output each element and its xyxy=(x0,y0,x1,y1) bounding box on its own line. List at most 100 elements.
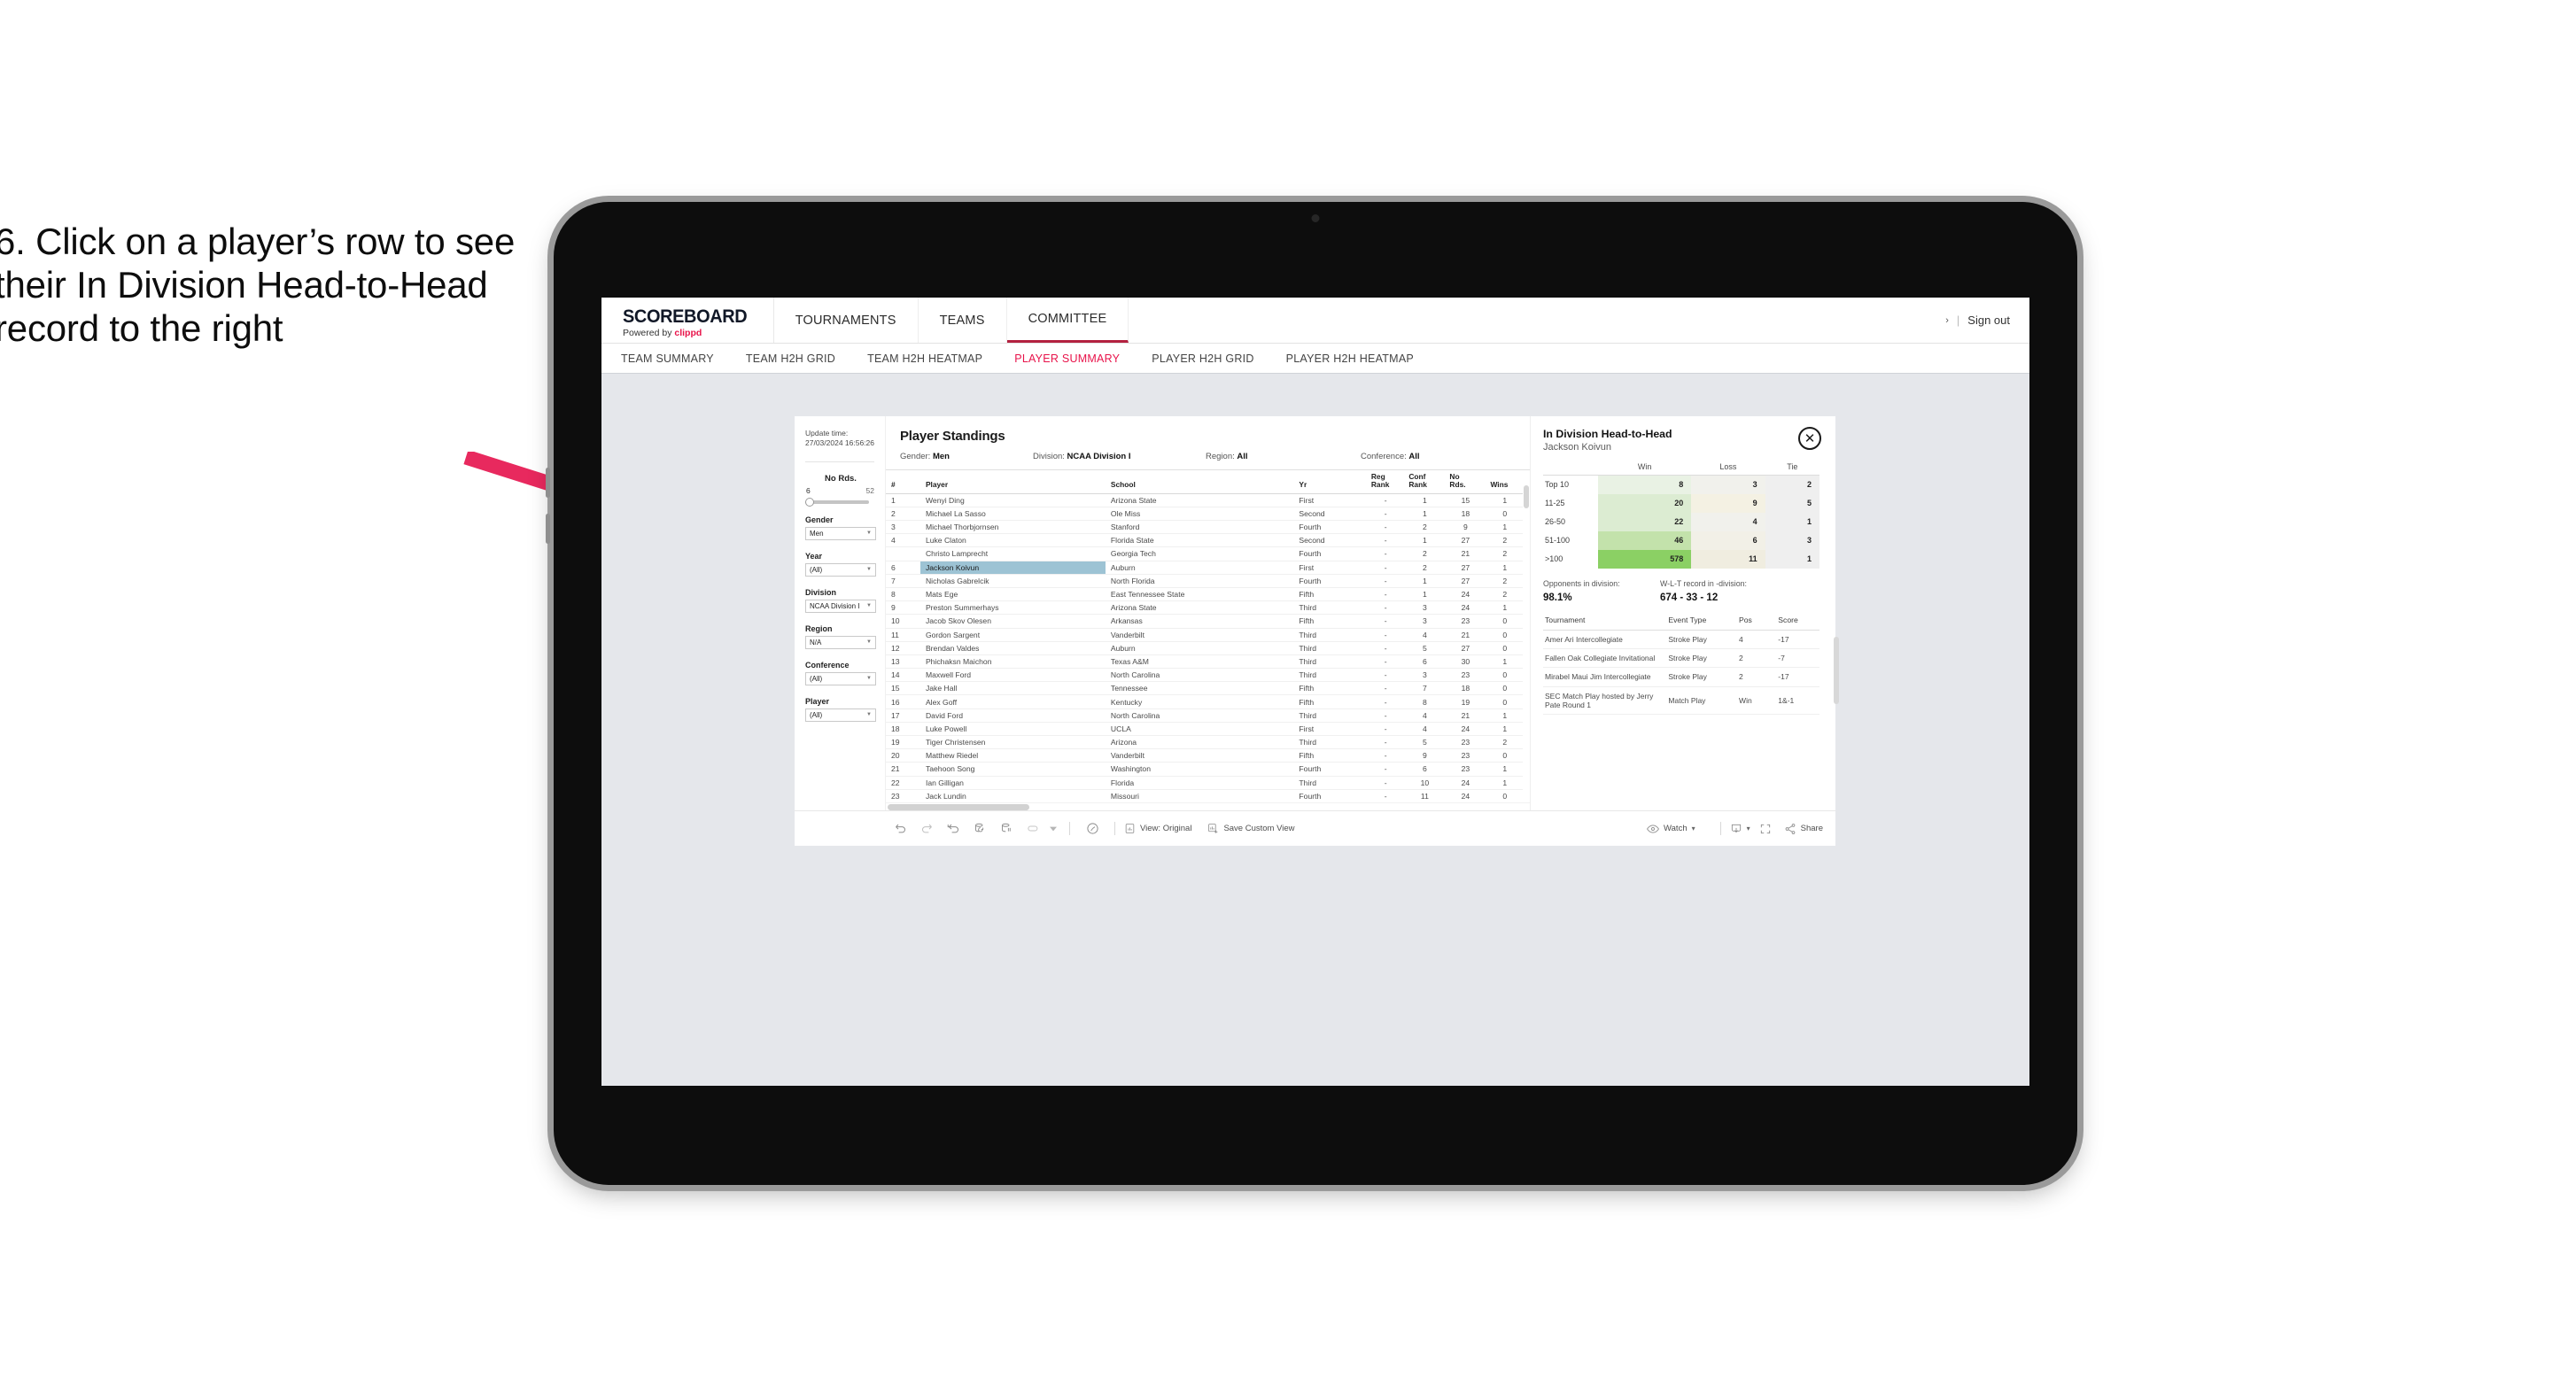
chevron-right-icon[interactable]: › xyxy=(1945,315,1949,326)
col-player[interactable]: Player xyxy=(919,470,1106,494)
refresh-data-icon[interactable] xyxy=(966,819,993,839)
col-conf-rank[interactable]: Conf Rank xyxy=(1403,470,1445,494)
nav-item-tournaments[interactable]: TOURNAMENTS xyxy=(774,298,919,343)
col-event-type[interactable]: Event Type xyxy=(1666,615,1738,631)
standings-vertical-scrollbar[interactable] xyxy=(1523,469,1530,802)
filter-conference-select[interactable]: (All) ▼ xyxy=(805,671,876,685)
table-row[interactable]: 19 Tiger Christensen Arizona Third -5 23 2 xyxy=(886,735,1523,750)
filter-player: Player (All) ▼ xyxy=(805,697,885,722)
h2h-row[interactable]: >100 578 11 1 xyxy=(1543,549,1819,569)
table-row[interactable]: 13 Phichaksn Maichon Texas A&M Third -6 30 1 xyxy=(886,654,1523,670)
table-row[interactable]: 16 Alex Goff Kentucky Fifth -8 19 0 xyxy=(886,694,1523,709)
col-no-rds[interactable]: No Rds. xyxy=(1444,470,1486,494)
close-icon[interactable]: ✕ xyxy=(1798,427,1821,450)
table-row[interactable]: 20 Matthew Riedel Vanderbilt Fifth -9 23 0 xyxy=(886,748,1523,763)
watch-button[interactable]: Watch ▾ xyxy=(1647,824,1695,834)
h2h-row[interactable]: 11-25 20 9 5 xyxy=(1543,493,1819,513)
watch-label: Watch xyxy=(1664,824,1688,833)
table-row[interactable]: 3 Michael Thorbjornsen Stanford Fourth -2 9 1 xyxy=(886,520,1523,535)
table-row[interactable]: 14 Maxwell Ford North Carolina Third -3 23 0 xyxy=(886,668,1523,683)
save-custom-view-button[interactable]: Save Custom View xyxy=(1207,823,1295,834)
tournament-row[interactable]: Fallen Oak Collegiate Invitational Stroke… xyxy=(1543,648,1819,669)
nav-item-teams[interactable]: TEAMS xyxy=(919,298,1007,343)
standings-header-row: # Player School Yr Reg Rank Conf Rank No Rd… xyxy=(886,470,1523,494)
col-school[interactable]: School xyxy=(1105,470,1294,494)
undo-icon[interactable] xyxy=(887,819,913,839)
table-row[interactable]: 21 Taehoon Song Washington Fourth -6 23 1 xyxy=(886,762,1523,777)
sign-out-link[interactable]: Sign out xyxy=(1967,314,2010,327)
device-button-volume-down[interactable] xyxy=(546,514,550,544)
col-score[interactable]: Score xyxy=(1776,615,1819,631)
slider-track[interactable] xyxy=(805,497,869,507)
table-row[interactable]: 10 Jacob Skov Olesen Arkansas Fifth -3 23 0 xyxy=(886,614,1523,629)
pause-data-icon[interactable] xyxy=(993,819,1020,839)
table-row[interactable]: 17 David Ford North Carolina Third -4 21 1 xyxy=(886,708,1523,723)
nav-item-committee[interactable]: COMMITTEE xyxy=(1006,298,1129,343)
h2h-win-cell: 22 xyxy=(1598,512,1692,531)
tournament-row[interactable]: Amer Ari Intercollegiate Stroke Play 4 -17 xyxy=(1543,630,1819,649)
tab-team-h2h-grid[interactable]: TEAM H2H GRID xyxy=(746,352,852,365)
table-row[interactable]: 6 Jackson Koivun Auburn First -2 27 1 xyxy=(886,561,1523,575)
revert-icon[interactable] xyxy=(940,819,966,839)
col-reg-rank[interactable]: Reg Rank xyxy=(1365,470,1404,494)
redo-icon[interactable] xyxy=(913,819,940,839)
table-row[interactable]: 11 Gordon Sargent Vanderbilt Third -4 21 0 xyxy=(886,628,1523,642)
col-year[interactable]: Yr xyxy=(1293,470,1366,494)
filter-division-select[interactable]: NCAA Division I ▼ xyxy=(805,599,876,613)
tab-player-h2h-grid[interactable]: PLAYER H2H GRID xyxy=(1152,352,1270,365)
share-button[interactable]: Share xyxy=(1784,823,1823,835)
table-row[interactable]: 23 Jack Lundin Missouri Fourth -11 24 0 xyxy=(886,789,1523,803)
scroll-thumb-horizontal[interactable] xyxy=(888,804,1029,810)
cell-year: Third xyxy=(1293,668,1366,683)
tab-player-h2h-heatmap[interactable]: PLAYER H2H HEATMAP xyxy=(1286,352,1431,365)
h2h-row[interactable]: Top 10 8 3 2 xyxy=(1543,475,1819,494)
filter-player-select[interactable]: (All) ▼ xyxy=(805,708,876,722)
table-row[interactable]: 18 Luke Powell UCLA First -4 24 1 xyxy=(886,722,1523,737)
filter-region-select[interactable]: N/A ▼ xyxy=(805,635,876,649)
view-original-button[interactable]: View: Original xyxy=(1124,823,1191,834)
tab-team-summary[interactable]: TEAM SUMMARY xyxy=(621,352,731,365)
table-row[interactable]: 4 Luke Claton Florida State Second -1 27 2 xyxy=(886,533,1523,548)
cell-reg-rank: - xyxy=(1365,735,1404,750)
table-row[interactable]: 1 Wenyi Ding Arizona State First -1 15 1 xyxy=(886,493,1523,507)
download-button[interactable]: ▾ xyxy=(1730,823,1750,835)
col-tournament[interactable]: Tournament xyxy=(1543,615,1667,631)
table-row[interactable]: 7 Nicholas Gabrelcik North Florida Fourth -1… xyxy=(886,574,1523,588)
cell-tournament-name: Fallen Oak Collegiate Invitational xyxy=(1543,648,1667,669)
opponents-value: 98.1% xyxy=(1543,592,1572,603)
table-row[interactable]: 22 Ian Gilligan Florida Third -10 24 1 xyxy=(886,776,1523,790)
clock-icon[interactable] xyxy=(1079,819,1106,839)
cell-rank: 9 xyxy=(886,600,920,616)
table-row[interactable]: 2 Michael La Sasso Ole Miss Second -1 18 0 xyxy=(886,507,1523,522)
h2h-bucket-label: 51-100 xyxy=(1543,530,1598,550)
chevron-down-icon: ▼ xyxy=(866,603,872,609)
tournament-scrollbar[interactable] xyxy=(1834,636,1839,704)
scroll-thumb[interactable] xyxy=(1524,485,1529,508)
slider-handle[interactable] xyxy=(805,497,814,507)
h2h-row[interactable]: 51-100 46 6 3 xyxy=(1543,530,1819,550)
tournament-row[interactable]: SEC Match Play hosted by Jerry Pate Roun… xyxy=(1543,686,1819,716)
h2h-row[interactable]: 26-50 22 4 1 xyxy=(1543,512,1819,531)
tab-team-h2h-heatmap[interactable]: TEAM H2H HEATMAP xyxy=(867,352,999,365)
table-row[interactable]: 9 Preston Summerhays Arizona State Third -3 2… xyxy=(886,600,1523,616)
col-pos[interactable]: Pos xyxy=(1737,615,1777,631)
table-row[interactable]: 8 Mats Ege East Tennessee State Fifth -1 24 2 xyxy=(886,587,1523,602)
table-row[interactable]: Christo Lamprecht Georgia Tech Fourth -2 21 2 xyxy=(886,546,1523,561)
table-row[interactable]: 12 Brendan Valdes Auburn Third -5 27 0 xyxy=(886,641,1523,655)
filter-conference-label: Conference xyxy=(805,660,850,670)
fullscreen-button[interactable] xyxy=(1759,823,1772,835)
tournament-row[interactable]: Mirabel Maui Jim Intercollegiate Stroke P… xyxy=(1543,667,1819,687)
col-rank[interactable]: # xyxy=(886,470,920,494)
highlight-icon[interactable] xyxy=(1020,819,1046,839)
highlight-caret-icon[interactable] xyxy=(1046,819,1060,839)
cell-school: Tennessee xyxy=(1105,681,1294,696)
table-row[interactable]: 15 Jake Hall Tennessee Fifth -7 18 0 xyxy=(886,681,1523,696)
standings-horizontal-scrollbar[interactable] xyxy=(886,802,1530,810)
logo-sub-brand: clippd xyxy=(674,328,702,338)
tab-player-summary[interactable]: PLAYER SUMMARY xyxy=(1014,352,1137,365)
app-logo[interactable]: SCOREBOARD Powered by clippd xyxy=(601,298,774,343)
filter-year-select[interactable]: (All) ▼ xyxy=(805,562,876,577)
device-button-volume-up[interactable] xyxy=(546,468,550,498)
col-wins[interactable]: Wins xyxy=(1485,470,1523,494)
filter-gender-select[interactable]: Men ▼ xyxy=(805,526,876,540)
